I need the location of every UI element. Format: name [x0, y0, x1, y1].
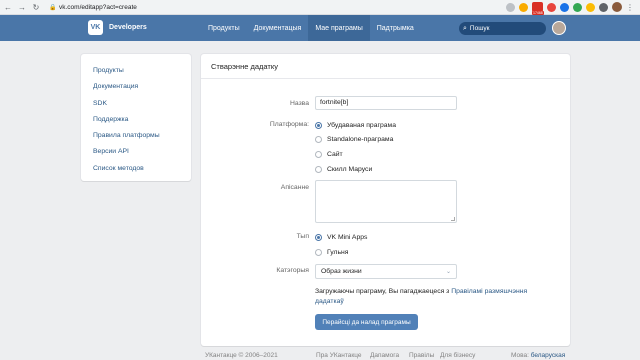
- radio-embedded-app[interactable]: Убудаваная праграма: [315, 120, 396, 130]
- go-to-app-settings-button[interactable]: Перайсці да налад праграмы: [315, 314, 418, 330]
- radio-label: Standalone-праграма: [327, 135, 394, 143]
- language-label: Мова:: [511, 352, 529, 359]
- sidebar-item-support[interactable]: Поддержка: [81, 112, 191, 128]
- search-input[interactable]: ⌕ Пошук: [459, 22, 546, 35]
- description-label: Апісанне: [280, 184, 309, 191]
- extension-icon[interactable]: [573, 2, 582, 12]
- sidebar-item-sdk[interactable]: SDK: [81, 96, 191, 112]
- footer-language: Мова: беларуская: [511, 352, 565, 360]
- agreement-prefix: Загружаючы праграму, Вы пагаджаецеся з: [315, 288, 452, 295]
- radio-checked-icon: [315, 121, 322, 129]
- radio-checked-icon: [315, 233, 322, 241]
- radio-game[interactable]: Гульня: [315, 247, 348, 257]
- radio-icon: [315, 135, 322, 143]
- footer-link-rules[interactable]: Правілы: [409, 352, 434, 360]
- description-field[interactable]: [315, 180, 457, 223]
- extension-icon[interactable]: [586, 2, 595, 12]
- resize-grip-icon[interactable]: [451, 217, 455, 221]
- category-select[interactable]: Образ жизни ⌄: [315, 264, 457, 279]
- back-arrow-icon[interactable]: ←: [2, 1, 14, 13]
- sidebar-item-products[interactable]: Продукты: [81, 63, 191, 79]
- vk-logo-icon[interactable]: VK: [88, 20, 103, 35]
- zoom-icon[interactable]: [506, 2, 515, 12]
- radio-standalone[interactable]: Standalone-праграма: [315, 134, 393, 144]
- brand-title[interactable]: Developers: [109, 24, 147, 31]
- agreement-text: Загружаючы праграму, Вы пагаджаецеся з П…: [315, 287, 540, 307]
- create-app-card: Стварэнне дадатку Назва fortnite[b] Плат…: [201, 54, 570, 346]
- language-link[interactable]: беларуская: [531, 352, 566, 359]
- radio-icon: [315, 248, 322, 256]
- page-title: Стварэнне дадатку: [201, 54, 570, 79]
- category-value: Образ жизни: [321, 268, 362, 275]
- radio-icon: [315, 150, 322, 158]
- radio-website[interactable]: Сайт: [315, 149, 343, 159]
- radio-label: Сайт: [327, 150, 343, 158]
- sidebar-item-documentation[interactable]: Документация: [81, 79, 191, 95]
- gmail-extension-icon[interactable]: 17468: [532, 2, 544, 15]
- platform-label: Платформа:: [269, 121, 309, 128]
- user-avatar[interactable]: [552, 21, 566, 35]
- nav-docs[interactable]: Документацыя: [247, 15, 309, 41]
- star-icon[interactable]: [519, 2, 528, 12]
- category-label: Катэгорыя: [276, 267, 309, 274]
- footer-link-help[interactable]: Дапамога: [370, 352, 399, 360]
- app-name-field[interactable]: fortnite[b]: [315, 96, 457, 110]
- radio-label: Скилл Маруси: [327, 165, 373, 173]
- top-nav: Продукты Документацыя Мае праграмы Падтр…: [201, 15, 421, 41]
- browser-toolbar: ← → ↻ 🔒 vk.com/editapp?act=create 17468 …: [0, 0, 640, 15]
- sidebar-item-platform-rules[interactable]: Правила платформы: [81, 128, 191, 144]
- radio-marusia-skill[interactable]: Скилл Маруси: [315, 164, 372, 174]
- sidebar: Продукты Документация SDK Поддержка Прав…: [81, 54, 191, 181]
- extension-icon[interactable]: [560, 2, 569, 12]
- forward-arrow-icon[interactable]: →: [16, 1, 28, 13]
- footer-link-about[interactable]: Пра УКантакце: [316, 352, 361, 360]
- search-icon: ⌕: [463, 24, 467, 32]
- footer-copyright: УКантакце © 2006–2021: [205, 352, 278, 359]
- site-header: VK Developers Продукты Документацыя Мае …: [0, 15, 640, 41]
- menu-dots-icon[interactable]: ⋮: [626, 3, 634, 12]
- address-bar[interactable]: vk.com/editapp?act=create: [59, 4, 137, 11]
- extension-icon[interactable]: [547, 2, 556, 12]
- search-placeholder: Пошук: [469, 25, 490, 32]
- radio-icon: [315, 165, 322, 173]
- puzzle-icon[interactable]: [599, 2, 608, 12]
- footer-link-business[interactable]: Для бізнесу: [440, 352, 475, 360]
- radio-label: VK Mini Apps: [327, 233, 368, 241]
- sidebar-item-api-versions[interactable]: Версии API: [81, 144, 191, 160]
- nav-support[interactable]: Падтрымка: [370, 15, 421, 41]
- sidebar-item-methods[interactable]: Список методов: [81, 161, 191, 177]
- radio-label: Гульня: [327, 248, 349, 256]
- radio-vk-mini-apps[interactable]: VK Mini Apps: [315, 232, 367, 242]
- type-label: Тып: [296, 233, 309, 240]
- nav-my-apps[interactable]: Мае праграмы: [308, 15, 370, 41]
- profile-avatar[interactable]: [612, 2, 622, 12]
- radio-label: Убудаваная праграма: [327, 121, 396, 129]
- lock-icon: 🔒: [49, 4, 57, 11]
- chevron-down-icon: ⌄: [445, 269, 451, 275]
- name-label: Назва: [289, 100, 309, 107]
- nav-products[interactable]: Продукты: [201, 15, 247, 41]
- reload-icon[interactable]: ↻: [30, 1, 42, 13]
